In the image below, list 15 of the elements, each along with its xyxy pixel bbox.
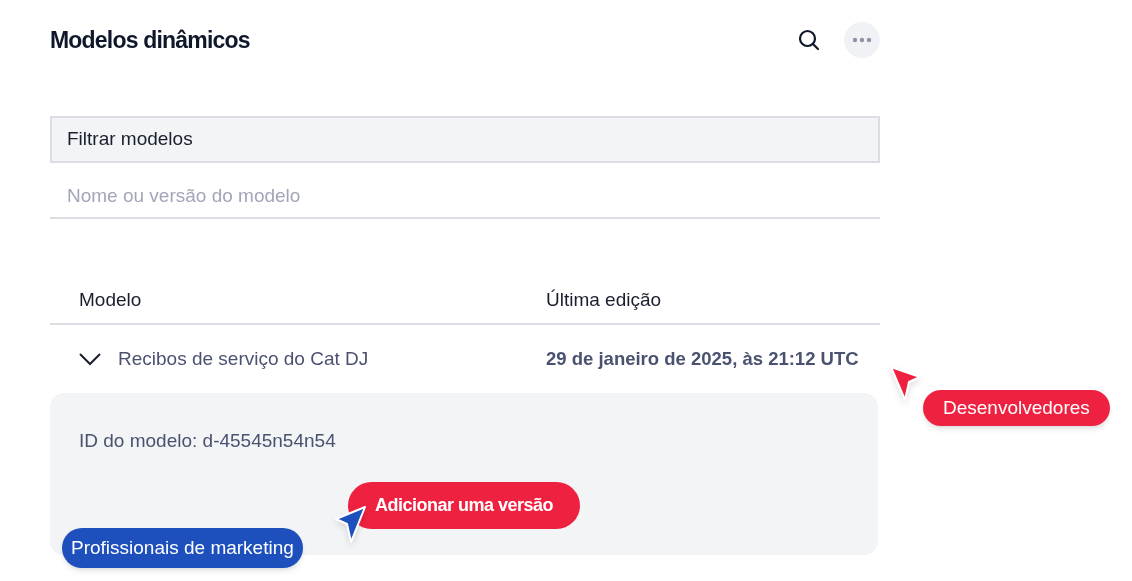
table-cell-text: 29 de janeiro de 2025, às 21:12 UTC xyxy=(546,347,859,372)
search-icon[interactable] xyxy=(796,27,822,53)
cursor-label: Desenvolvedores xyxy=(923,390,1110,426)
add-version-button[interactable]: Adicionar uma versão xyxy=(348,481,580,529)
search-field[interactable]: Nome ou versão do modelo xyxy=(50,175,880,219)
filter-label: Filtrar modelos xyxy=(67,127,193,152)
column-header: Última edição xyxy=(546,287,662,312)
more-icon xyxy=(852,37,872,43)
model-id-text: ID do modelo: d-45545n54n54 xyxy=(79,429,337,453)
table-cell-text: Recibos de serviço do Cat DJ xyxy=(118,346,370,371)
chevron-down-icon[interactable] xyxy=(79,352,101,366)
more-button[interactable] xyxy=(844,22,880,58)
page-title: Modelos dinâmicos xyxy=(50,25,250,55)
cursor-label: Profissionais de marketing xyxy=(62,528,303,568)
column-header: Modelo xyxy=(79,287,143,312)
